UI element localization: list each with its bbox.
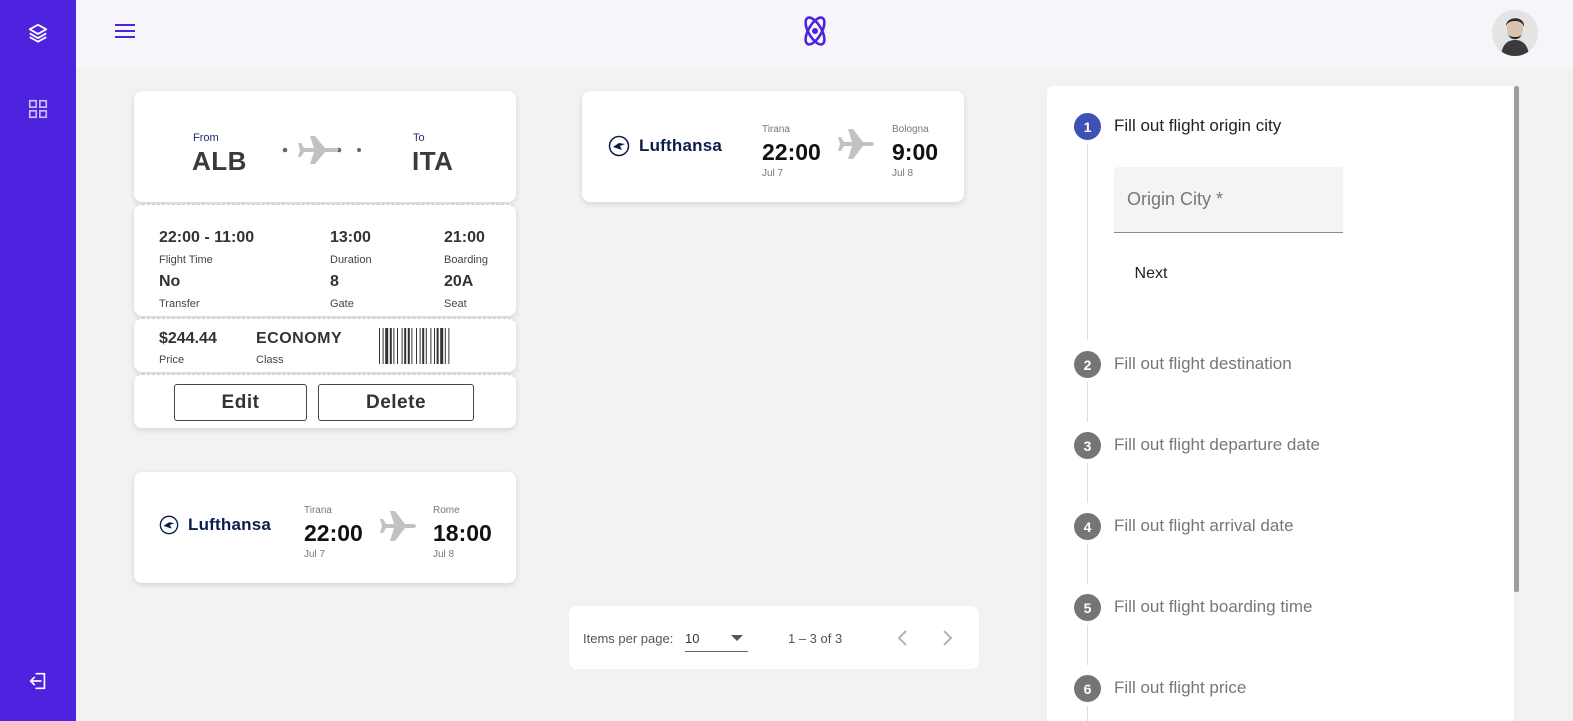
seat-label: Seat	[444, 298, 467, 310]
arrival-date: Jul 8	[433, 549, 455, 560]
transfer-value: No	[159, 273, 181, 290]
boarding-value: 21:00	[444, 229, 485, 246]
price-value: $244.44	[159, 330, 217, 347]
step-5-circle[interactable]: 5	[1074, 594, 1101, 621]
class-label: Class	[256, 354, 284, 366]
ticket-card: From ALB To ITA 22:00 - 11:00 Flight Tim…	[134, 91, 516, 428]
items-per-page-select[interactable]: 10	[685, 630, 748, 652]
page-range-label: 1 – 3 of 3	[788, 631, 843, 646]
step-connector	[1087, 706, 1088, 721]
ticket-details-section: 22:00 - 11:00 Flight Time 13:00 Duration…	[134, 204, 516, 316]
origin-city-input[interactable]	[1127, 189, 1327, 210]
airline-brand: Lufthansa	[608, 135, 722, 157]
next-page-icon[interactable]	[936, 626, 960, 650]
top-header	[76, 0, 1573, 68]
sidebar	[0, 0, 76, 721]
from-code: ALB	[192, 146, 247, 176]
airplane-icon	[282, 133, 364, 172]
step-5-title[interactable]: Fill out flight boarding time	[1114, 597, 1312, 617]
flight-time-value: 22:00 - 11:00	[159, 229, 255, 246]
step-3-circle[interactable]: 3	[1074, 432, 1101, 459]
boarding-label: Boarding	[444, 254, 489, 266]
grid-icon[interactable]	[22, 93, 54, 125]
flight-time-label: Flight Time	[159, 254, 213, 266]
duration-label: Duration	[330, 254, 372, 266]
destination-city: Bologna	[892, 124, 929, 135]
flight-form-stepper: 1 Fill out flight origin city Next 2 Fil…	[1047, 86, 1519, 721]
origin-city: Tirana	[304, 505, 332, 516]
airline-name: Lufthansa	[639, 136, 723, 155]
airline-brand: Lufthansa	[159, 515, 271, 535]
next-button[interactable]: Next	[1118, 256, 1184, 292]
edit-button[interactable]: Edit	[174, 384, 307, 421]
arrival-time: 18:00	[433, 520, 492, 546]
step-connector	[1087, 544, 1088, 584]
step-4-circle[interactable]: 4	[1074, 513, 1101, 540]
to-code: ITA	[412, 146, 454, 176]
delete-button[interactable]: Delete	[318, 384, 474, 421]
seat-value: 20A	[444, 273, 474, 290]
origin-city-field[interactable]	[1114, 167, 1343, 233]
airplane-icon	[838, 127, 876, 166]
paginator: Items per page: 10 1 – 3 of 3	[569, 606, 979, 669]
duration-value: 13:00	[330, 229, 371, 246]
items-per-page-value: 10	[685, 631, 700, 646]
step-1-circle[interactable]: 1	[1074, 113, 1101, 140]
step-2-circle[interactable]: 2	[1074, 351, 1101, 378]
ticket-price-section: $244.44 Price ECONOMY Class	[134, 318, 516, 372]
flight-card[interactable]: Lufthansa Tirana 22:00 Jul 7 Rome 18:00 …	[134, 472, 516, 583]
step-3-title[interactable]: Fill out flight departure date	[1114, 435, 1320, 455]
flight-card[interactable]: Lufthansa Tirana 22:00 Jul 7 Bologna 9:0…	[582, 91, 964, 202]
origin-city: Tirana	[762, 124, 790, 135]
layers-icon[interactable]	[22, 17, 54, 49]
transfer-label: Transfer	[159, 298, 200, 310]
step-connector	[1087, 625, 1088, 665]
previous-page-icon[interactable]	[890, 626, 914, 650]
step-6-title[interactable]: Fill out flight price	[1114, 678, 1246, 698]
gate-value: 8	[330, 273, 339, 290]
departure-date: Jul 7	[762, 168, 784, 179]
items-per-page-label: Items per page:	[583, 631, 674, 646]
departure-time: 22:00	[304, 520, 363, 546]
stepper-scrollbar-thumb[interactable]	[1514, 86, 1519, 592]
logout-icon[interactable]	[22, 665, 54, 697]
airplane-icon	[380, 509, 418, 548]
from-label: From	[193, 132, 219, 144]
class-value: ECONOMY	[256, 330, 343, 347]
step-6-circle[interactable]: 6	[1074, 675, 1101, 702]
crane-logo-icon	[159, 515, 179, 535]
crane-logo-icon	[608, 135, 630, 157]
step-connector	[1087, 144, 1088, 340]
arrival-date: Jul 8	[892, 168, 914, 179]
departure-time: 22:00	[762, 139, 821, 165]
airline-name: Lufthansa	[188, 515, 272, 534]
step-connector	[1087, 382, 1088, 422]
step-connector	[1087, 463, 1088, 503]
chevron-down-icon	[731, 635, 743, 641]
step-4-title[interactable]: Fill out flight arrival date	[1114, 516, 1294, 536]
barcode-icon	[379, 328, 490, 369]
ticket-route-section: From ALB To ITA	[134, 91, 516, 202]
hamburger-menu-icon[interactable]	[112, 18, 138, 44]
departure-date: Jul 7	[304, 549, 326, 560]
user-avatar[interactable]	[1492, 10, 1538, 56]
destination-city: Rome	[433, 505, 460, 516]
arrival-time: 9:00	[892, 139, 939, 165]
step-1-title[interactable]: Fill out flight origin city	[1114, 116, 1281, 136]
to-label: To	[413, 132, 425, 144]
ticket-actions-section: Edit Delete	[134, 374, 516, 428]
step-2-title[interactable]: Fill out flight destination	[1114, 354, 1292, 374]
gate-label: Gate	[330, 298, 354, 310]
price-label: Price	[159, 354, 185, 366]
atom-logo-icon[interactable]	[798, 13, 832, 49]
